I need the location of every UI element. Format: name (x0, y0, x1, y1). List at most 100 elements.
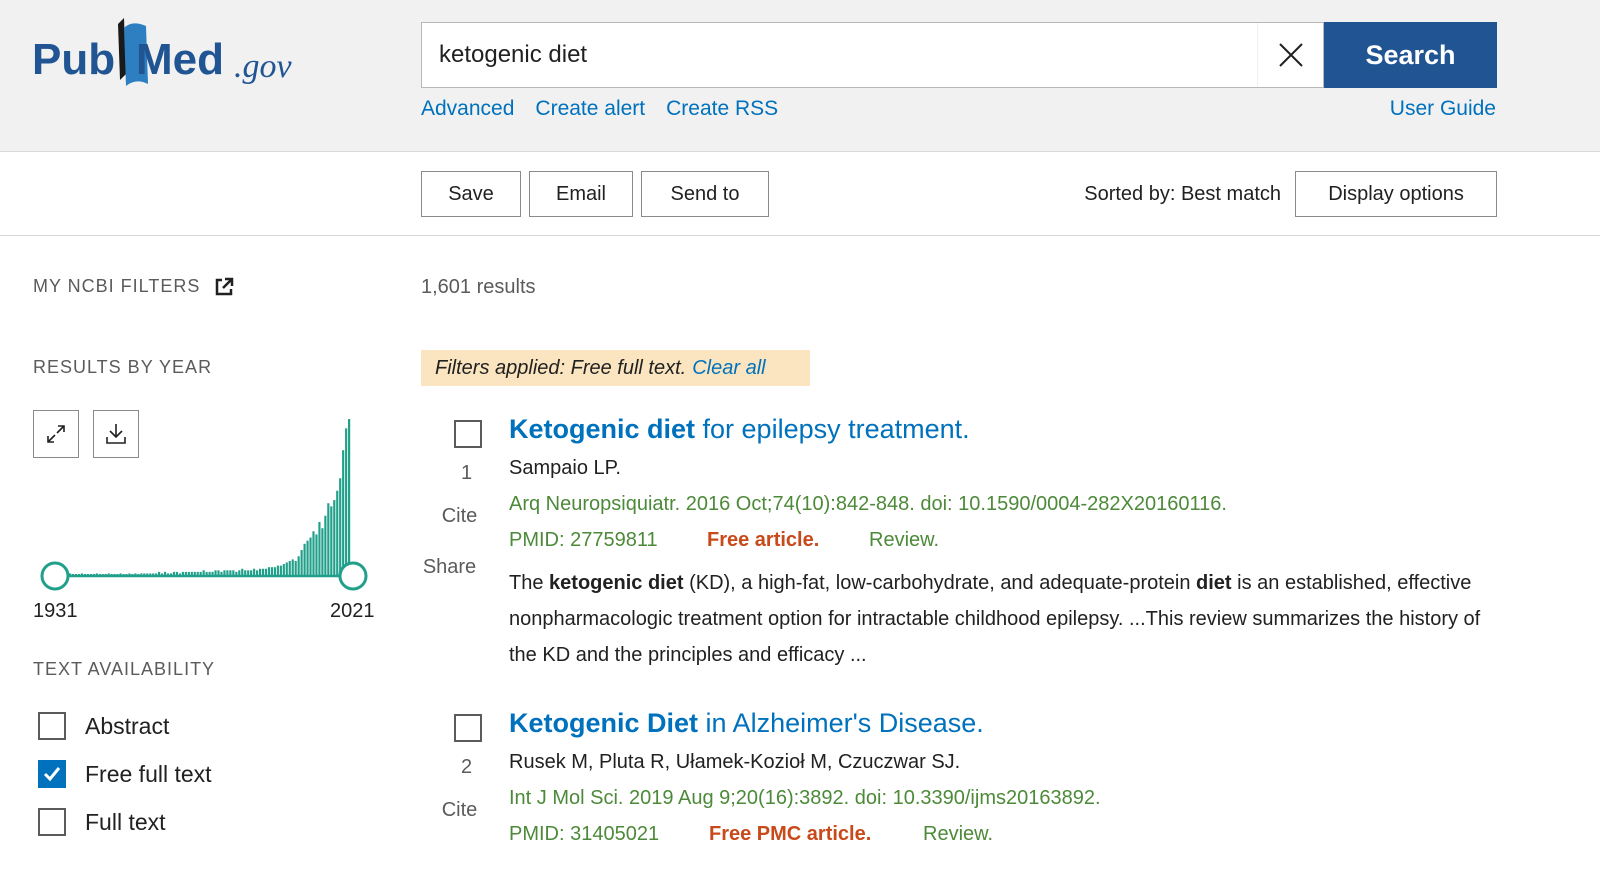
toolbar: Save Email Send to Sorted by: Best match… (0, 152, 1600, 236)
full-text-checkbox[interactable] (38, 808, 66, 836)
result-meta: PMID: 31405021 Free PMC article. Review. (509, 823, 993, 846)
abstract-checkbox[interactable] (38, 712, 66, 740)
free-article-badge: Free article. (707, 529, 820, 551)
result-title-rest: in Alzheimer's Disease. (698, 708, 984, 738)
create-rss-link[interactable]: Create RSS (666, 97, 778, 121)
clear-search-button[interactable] (1257, 23, 1323, 87)
external-link-icon (216, 277, 234, 295)
result-title-link[interactable]: Ketogenic diet for epilepsy treatment. (509, 414, 970, 445)
histogram-bar (309, 537, 312, 575)
histogram-bar (163, 571, 167, 575)
histogram-bar (253, 568, 256, 575)
histogram-bar (238, 570, 241, 575)
histogram-bar (214, 570, 217, 575)
histogram-bar (172, 571, 176, 575)
histogram-bar (226, 570, 229, 575)
display-options-button[interactable]: Display options (1295, 171, 1497, 217)
clear-all-link[interactable]: Clear all (692, 357, 765, 380)
result-title-rest: for epilepsy treatment. (695, 414, 970, 444)
save-button[interactable]: Save (421, 171, 521, 217)
result-item: 1 Cite Share Ketogenic diet for epilepsy… (421, 414, 1521, 670)
svg-text:Pub: Pub (32, 35, 115, 84)
result-checkbox[interactable] (454, 714, 482, 742)
histogram-bar (193, 571, 196, 575)
cite-button[interactable]: Cite (431, 799, 488, 822)
cite-button[interactable]: Cite (431, 505, 488, 528)
filters-applied-banner: Filters applied: Free full text. Clear a… (421, 350, 810, 386)
result-meta: PMID: 27759811 Free article. Review. (509, 529, 939, 552)
result-pmid: PMID: 27759811 (509, 529, 658, 551)
histogram-bar (267, 567, 271, 575)
histogram-bar (187, 571, 190, 575)
advanced-link[interactable]: Advanced (421, 97, 514, 121)
result-title-highlight: Ketogenic Diet (509, 708, 699, 738)
histogram-bar (217, 570, 220, 575)
histogram-bar (158, 571, 161, 575)
pubmed-logo-icon: Pub Med .gov (32, 18, 293, 86)
free-article-badge: Free PMC article. (709, 823, 872, 845)
free-full-text-label: Free full text (85, 760, 212, 787)
histogram-bar (220, 571, 223, 575)
histogram-bar (294, 560, 297, 575)
histogram-bar (208, 571, 211, 575)
snippet-text: (KD), a high-fat, low-carbohydrate, and … (683, 572, 1197, 594)
svg-text:.gov: .gov (234, 48, 293, 85)
free-full-text-checkbox[interactable] (38, 760, 66, 788)
histogram-bar (297, 556, 300, 575)
histogram-bar (258, 568, 262, 575)
create-alert-link[interactable]: Create alert (535, 97, 645, 121)
histogram-bar (273, 567, 276, 575)
search-button[interactable]: Search (1324, 22, 1497, 88)
histogram-bar (348, 419, 351, 575)
result-number: 1 (460, 462, 473, 484)
snippet-highlight: ketogenic diet (549, 572, 684, 594)
timeline-end-handle[interactable] (338, 561, 368, 591)
histogram-bar (282, 564, 285, 575)
search-input[interactable] (422, 23, 1258, 87)
year-end-label: 2021 (330, 600, 375, 622)
histogram-bar (264, 568, 268, 575)
histogram-bar (229, 570, 232, 575)
result-authors: Rusek M, Pluta R, Ułamek-Kozioł M, Czucz… (509, 751, 961, 773)
header: Pub Med .gov Search Advanced Create aler… (0, 0, 1600, 152)
result-checkbox[interactable] (454, 420, 482, 448)
filter-abstract[interactable]: Abstract (38, 712, 169, 740)
text-availability-heading: TEXT AVAILABILITY (33, 659, 216, 679)
share-button[interactable]: Share (421, 556, 478, 579)
histogram-bar (306, 540, 309, 575)
filter-full-text[interactable]: Full text (38, 808, 166, 836)
histogram-bar (276, 565, 279, 575)
result-title-link[interactable]: Ketogenic Diet in Alzheimer's Disease. (509, 708, 984, 739)
histogram-bar (288, 560, 291, 575)
svg-text:Med: Med (136, 35, 224, 84)
full-text-label: Full text (85, 808, 166, 835)
send-to-button[interactable]: Send to (641, 171, 769, 217)
result-number: 2 (460, 756, 473, 778)
histogram-bar (199, 571, 202, 575)
histogram-bar (244, 570, 247, 575)
user-guide-link[interactable]: User Guide (1390, 97, 1496, 121)
results-count: 1,601 results (421, 276, 536, 298)
histogram-bar (279, 565, 282, 575)
histogram-bar (333, 500, 336, 575)
histogram-bar (184, 571, 187, 575)
result-citation: Arq Neuropsiquiatr. 2016 Oct;74(10):842-… (509, 493, 1227, 515)
histogram-bar (261, 568, 265, 575)
email-button[interactable]: Email (529, 171, 633, 217)
my-ncbi-filters-heading[interactable]: MY NCBI FILTERS (33, 276, 234, 297)
histogram-bar (250, 570, 253, 575)
filters-applied-text: Filters applied: Free full text. (435, 356, 687, 379)
filter-free-full-text[interactable]: Free full text (38, 760, 212, 788)
histogram-bar (345, 428, 348, 575)
year-start-label: 1931 (33, 600, 78, 622)
timeline-start-handle[interactable] (40, 561, 70, 591)
histogram-bar (211, 571, 214, 575)
sorted-by-label[interactable]: Sorted by: Best match (1040, 183, 1281, 206)
results-by-year-chart[interactable] (33, 412, 383, 598)
histogram-bar (241, 568, 244, 575)
pubmed-logo[interactable]: Pub Med .gov (32, 14, 312, 94)
search-box (421, 22, 1324, 88)
histogram-bar (336, 490, 339, 575)
histogram-bar (342, 450, 345, 575)
checkmark-icon (43, 767, 61, 782)
